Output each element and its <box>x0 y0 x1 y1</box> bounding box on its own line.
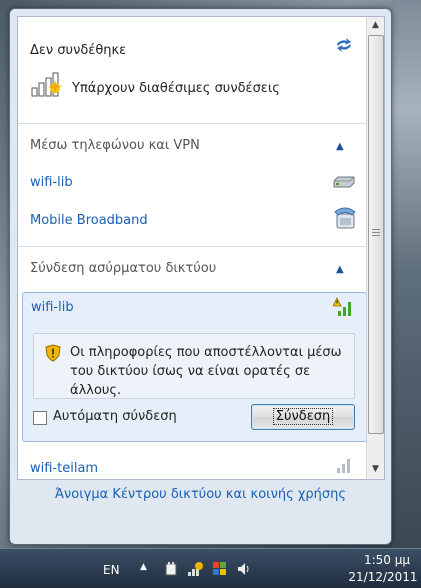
collapse-chevron-icon[interactable]: ▲ <box>336 264 344 275</box>
connections-available-text: Υπάρχουν διαθέσιμες συνδέσεις <box>72 81 280 96</box>
connection-status-title: Δεν συνδέθηκε <box>30 43 127 58</box>
collapse-chevron-icon[interactable]: ▲ <box>336 141 344 152</box>
clock-time[interactable]: 1:50 μμ <box>352 553 421 567</box>
network-item-wifi-teilam[interactable]: wifi-teilam <box>30 461 98 476</box>
network-list-content: Δεν συνδέθηκε Υπάρχουν διαθέσιμες συνδέσ… <box>18 17 367 479</box>
grip-icon <box>372 229 380 237</box>
divider <box>18 246 367 247</box>
action-center-flag-icon[interactable] <box>212 561 228 577</box>
network-flyout: Δεν συνδέθηκε Υπάρχουν διαθέσιμες συνδέσ… <box>9 8 392 545</box>
clock-date[interactable]: 21/12/2011 <box>345 570 421 584</box>
auto-connect-label[interactable]: Αυτόματη σύνδεση <box>53 409 177 424</box>
show-hidden-icons-icon[interactable]: ▲ <box>140 562 147 572</box>
desktop-background <box>392 0 421 548</box>
scroll-up-icon[interactable]: ▲ <box>368 17 383 34</box>
phone-icon <box>334 206 356 234</box>
network-list-panel: Δεν συνδέθηκε Υπάρχουν διαθέσιμες συνδέσ… <box>17 16 385 480</box>
security-warning-box: Οι πληροφορίες που αποστέλλονται μέσω το… <box>33 333 355 399</box>
connect-button-label: Σύνδεση <box>272 408 334 425</box>
network-tray-icon[interactable] <box>187 561 203 577</box>
wifi-signal-warning-icon <box>332 297 355 321</box>
divider <box>18 123 367 124</box>
vpn-item-wifi-lib[interactable]: wifi-lib <box>30 175 73 190</box>
security-warning-text: Οι πληροφορίες που αποστέλλονται μέσω το… <box>70 345 342 398</box>
scroll-down-icon[interactable]: ▼ <box>368 461 383 478</box>
scrollbar-thumb[interactable] <box>368 35 384 434</box>
auto-connect-checkbox[interactable] <box>33 411 47 425</box>
vpn-item-mobile-broadband[interactable]: Mobile Broadband <box>30 213 148 228</box>
language-indicator[interactable]: EN <box>103 563 120 577</box>
network-name-wifi-lib[interactable]: wifi-lib <box>31 300 74 315</box>
selected-network-panel[interactable]: wifi-lib Οι πληροφορίες που αποστέλλοντα… <box>22 292 367 442</box>
power-plug-icon[interactable] <box>163 561 179 577</box>
section-title-wireless: Σύνδεση ασύρματου δικτύου <box>30 261 217 276</box>
shield-warning-icon <box>45 344 61 362</box>
section-title-dialup-vpn: Μέσω τηλεφώνου και VPN <box>30 138 200 153</box>
wifi-signal-icon <box>336 457 352 477</box>
signal-available-icon <box>30 68 64 98</box>
connect-button[interactable]: Σύνδεση <box>251 404 355 430</box>
volume-icon[interactable] <box>236 561 252 577</box>
modem-icon <box>332 175 356 193</box>
vertical-scrollbar[interactable]: ▲ ▼ <box>366 17 384 479</box>
open-network-center-link[interactable]: Άνοιγμα Κέντρου δικτύου και κοινής χρήση… <box>10 487 391 502</box>
refresh-icon[interactable] <box>335 38 353 56</box>
taskbar: EN ▲ 1:50 μμ 21/12/2011 <box>0 548 421 588</box>
